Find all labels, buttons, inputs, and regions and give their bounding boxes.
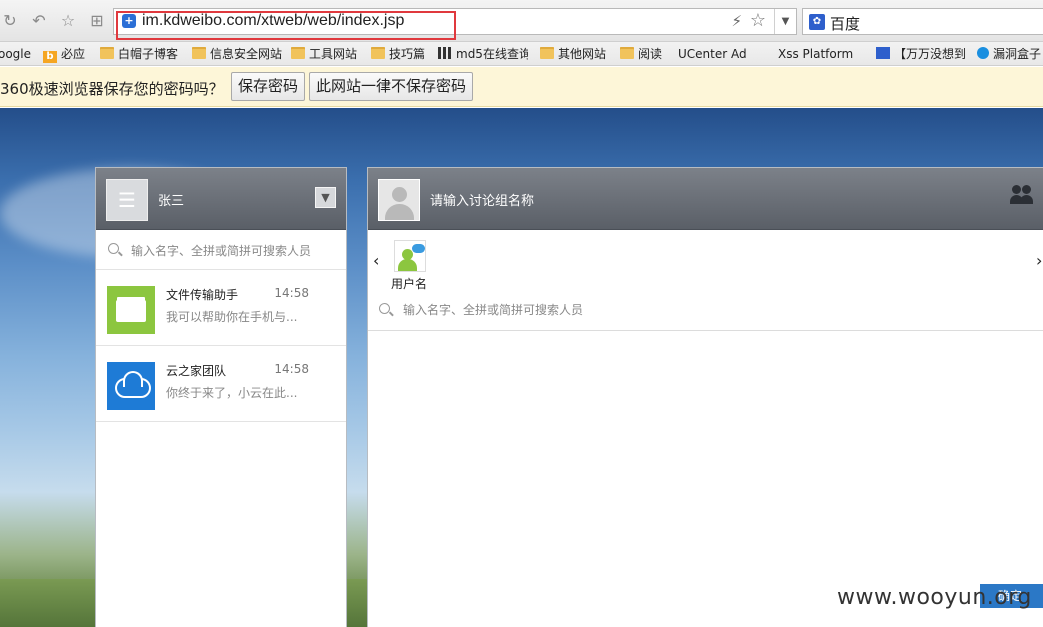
group-name-input[interactable]: 请输入讨论组名称	[430, 190, 534, 209]
bookmark-item[interactable]: Xss Platform	[778, 45, 864, 63]
browser-toolbar: ↻ ↶ ☆ ⊞ + im.kdweibo.com/xtweb/web/index…	[0, 0, 1043, 42]
favorites-star-icon[interactable]: ☆	[58, 11, 78, 31]
user-chat-icon[interactable]	[394, 240, 426, 272]
user-name: 张三	[158, 194, 185, 209]
save-password-button[interactable]: 保存密码	[231, 72, 306, 101]
bookmark-folder[interactable]: 信息安全网站	[192, 45, 282, 63]
folder-icon	[371, 47, 385, 59]
bookmark-item[interactable]: 【万万没想到	[876, 45, 966, 63]
cloud-icon	[107, 362, 155, 410]
paw-icon	[876, 47, 890, 59]
search-icon	[379, 303, 390, 314]
watermark: www.wooyun.org	[837, 585, 1032, 610]
avatar[interactable]: ☰	[106, 179, 148, 221]
contact-panel: ☰ 张三 ▼ 输入名字、全拼或简拼可搜索人员 文件传输助手 14:58 我可以帮…	[95, 167, 347, 627]
save-password-bar: 360极速浏览器保存您的密码吗？ 保存密码 此网站一律不保存密码	[0, 67, 1043, 107]
chevron-right-icon[interactable]: ›	[1036, 251, 1042, 270]
page-background: ☰ 张三 ▼ 输入名字、全拼或简拼可搜索人员 文件传输助手 14:58 我可以帮…	[0, 108, 1043, 627]
bookmark-folder[interactable]: 工具网站	[291, 45, 357, 63]
save-password-message: 360极速浏览器保存您的密码吗？	[0, 80, 224, 98]
bookmark-item[interactable]: md5在线查询	[438, 45, 528, 63]
undo-icon[interactable]: ↶	[29, 11, 49, 31]
contact-search[interactable]: 输入名字、全拼或简拼可搜索人员	[96, 230, 346, 270]
bookmark-item[interactable]: b 必应	[43, 45, 85, 63]
member-name: 用户名	[391, 277, 428, 291]
baidu-paw-icon: ✿	[809, 14, 825, 30]
group-header: 请输入讨论组名称	[368, 168, 1043, 230]
lightning-icon[interactable]: ⚡	[731, 12, 742, 30]
member-search[interactable]: 输入名字、全拼或简拼可搜索人员	[368, 294, 1043, 331]
folder-icon	[192, 47, 206, 59]
url-highlight-box	[116, 11, 456, 40]
bookmark-folder[interactable]: 阅读	[620, 45, 662, 63]
folder-icon	[291, 47, 305, 59]
user-header: ☰ 张三 ▼	[96, 168, 346, 230]
conversation-preview: 我可以帮助你在手机与...	[166, 310, 298, 324]
address-dropdown-icon[interactable]: ▼	[774, 9, 796, 34]
bookmarks-bar: oogle b 必应 白帽子博客 信息安全网站 工具网站 技巧篇 md5在线查询 …	[0, 42, 1043, 66]
search-engine-box[interactable]: ✿ 百度	[802, 8, 1043, 35]
search-icon	[108, 243, 119, 254]
folder-icon	[620, 47, 634, 59]
conversation-title: 文件传输助手	[166, 288, 239, 302]
apps-grid-icon[interactable]: ⊞	[87, 11, 107, 31]
never-save-password-button[interactable]: 此网站一律不保存密码	[309, 72, 474, 101]
hex-icon	[977, 47, 989, 59]
reload-icon[interactable]: ↻	[0, 11, 20, 31]
conversation-preview: 你终于来了，小云在此...	[166, 386, 298, 400]
folder-icon	[100, 47, 114, 59]
folder-icon	[107, 286, 155, 334]
conversation-item[interactable]: 文件传输助手 14:58 我可以帮助你在手机与...	[96, 270, 346, 346]
bookmark-folder[interactable]: 其他网站	[540, 45, 606, 63]
members-icon[interactable]	[1010, 185, 1036, 207]
group-avatar	[378, 179, 420, 221]
conversation-item[interactable]: 云之家团队 14:58 你终于来了，小云在此...	[96, 346, 346, 422]
chevron-left-icon[interactable]: ‹	[373, 251, 379, 270]
bookmark-item[interactable]: 漏洞盒子	[977, 45, 1043, 63]
bookmark-item[interactable]: oogle	[0, 45, 31, 63]
bookmark-folder[interactable]: 技巧篇	[371, 45, 425, 63]
contact-search-placeholder[interactable]: 输入名字、全拼或简拼可搜索人员	[131, 242, 311, 259]
conversation-time: 14:58	[274, 362, 309, 376]
chevron-down-icon[interactable]: ▼	[315, 187, 336, 208]
search-engine-label: 百度	[830, 15, 861, 33]
folder-icon	[540, 47, 554, 59]
bookmark-star-icon[interactable]: ☆	[750, 10, 766, 31]
bookmark-item[interactable]: UCenter Ad	[678, 45, 764, 63]
conversation-time: 14:58	[274, 286, 309, 300]
member-search-placeholder[interactable]: 输入名字、全拼或简拼可搜索人员	[403, 301, 583, 318]
bookmark-folder[interactable]: 白帽子博客	[100, 45, 178, 63]
bing-icon: b	[43, 51, 57, 63]
grid-icon	[438, 47, 452, 59]
group-chat-panel: 请输入讨论组名称 ‹ 用户名 › 输入名字、全拼或简拼可搜索人员 确定	[367, 167, 1043, 627]
conversation-title: 云之家团队	[166, 364, 227, 378]
